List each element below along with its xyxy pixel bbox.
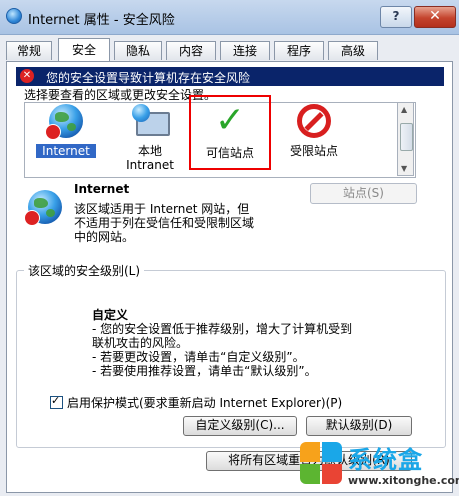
selected-zone-globe-icon	[24, 190, 62, 226]
title-bar: Internet 属性 - 安全风险 ? ✕	[0, 0, 459, 35]
level-desc-line: - 您的安全设置低于推荐级别，增大了计算机受到	[92, 322, 353, 336]
tab-connections[interactable]: 连接	[220, 41, 270, 60]
sites-button[interactable]: 站点(S)	[310, 183, 417, 204]
zone-internet-label: Internet	[36, 144, 96, 158]
tab-privacy[interactable]: 隐私	[114, 41, 162, 60]
tab-content[interactable]: 内容	[166, 41, 216, 60]
scroll-up-icon[interactable]: ▲	[401, 105, 407, 114]
security-risk-warning[interactable]: ✕ 您的安全设置导致计算机存在安全风险	[16, 67, 444, 86]
zone-list-scrollbar[interactable]: ▲ ▼	[397, 102, 414, 176]
restricted-sites-no-entry-icon	[297, 104, 331, 138]
tab-programs[interactable]: 程序	[274, 41, 324, 60]
zone-desc-line: 不适用于列在受信任和受限制区域	[74, 216, 255, 230]
site-watermark: 系统盒 www.xitonghe.com	[300, 440, 459, 496]
tab-security[interactable]: 安全	[58, 38, 110, 61]
risk-badge-icon	[45, 124, 61, 140]
tab-advanced[interactable]: 高级	[328, 41, 378, 60]
zone-info-description: 该区域适用于 Internet 网站，但 不适用于列在受信任和受限制区域 中的网…	[74, 202, 289, 244]
close-button[interactable]: ✕	[414, 6, 456, 28]
window-title: Internet 属性 - 安全风险	[28, 13, 175, 28]
zone-restricted-sites[interactable]: 受限站点	[282, 104, 346, 158]
default-level-button[interactable]: 默认级别(D)	[306, 416, 412, 436]
scroll-thumb[interactable]	[400, 123, 413, 151]
protected-mode-option[interactable]: 启用保护模式(要求重新启动 Internet Explorer)(P)	[50, 394, 342, 411]
security-level-group-title: 该区域的安全级别(L)	[24, 262, 145, 279]
zone-local-intranet[interactable]: 本地 Intranet	[118, 104, 182, 172]
security-level-title: 自定义	[92, 308, 129, 322]
watermark-brand: 系统盒	[348, 446, 423, 474]
protected-mode-label: 启用保护模式(要求重新启动 Internet Explorer)(P)	[67, 396, 343, 410]
scroll-down-icon[interactable]: ▼	[401, 164, 407, 173]
zone-restricted-label: 受限站点	[289, 144, 338, 158]
security-level-description: - 您的安全设置低于推荐级别，增大了计算机受到 联机攻击的风险。 - 若要更改设…	[92, 322, 412, 378]
help-button[interactable]: ?	[380, 6, 412, 28]
highlight-box	[189, 95, 271, 170]
watermark-url: www.xitonghe.com	[348, 474, 459, 487]
zone-intranet-label-2: Intranet	[126, 158, 174, 172]
internet-globe-icon	[45, 104, 83, 140]
protected-mode-checkbox[interactable]	[50, 394, 63, 409]
zone-desc-line: 中的网站。	[74, 230, 135, 244]
zone-intranet-label-1: 本地	[137, 144, 162, 158]
watermark-logo-icon	[300, 442, 344, 486]
zone-internet[interactable]: Internet	[36, 104, 96, 158]
zone-desc-line: 该区域适用于 Internet 网站，但	[74, 202, 250, 216]
tab-general[interactable]: 常规	[6, 41, 52, 60]
level-desc-line: 联机攻击的风险。	[92, 336, 189, 350]
warning-shield-icon: ✕	[20, 69, 34, 83]
local-intranet-icon	[132, 104, 170, 138]
zone-hint-text: 选择要查看的区域或更改安全设置。	[24, 88, 217, 102]
internet-options-icon	[6, 8, 22, 24]
level-desc-line: - 若要更改设置，请单击“自定义级别”。	[92, 350, 305, 364]
zone-info-title: Internet	[74, 182, 130, 196]
level-desc-line: - 若要使用推荐设置，请单击“默认级别”。	[92, 364, 317, 378]
risk-badge-icon	[24, 210, 40, 226]
warning-text: 您的安全设置导致计算机存在安全风险	[46, 71, 251, 85]
custom-level-button[interactable]: 自定义级别(C)...	[183, 416, 297, 436]
